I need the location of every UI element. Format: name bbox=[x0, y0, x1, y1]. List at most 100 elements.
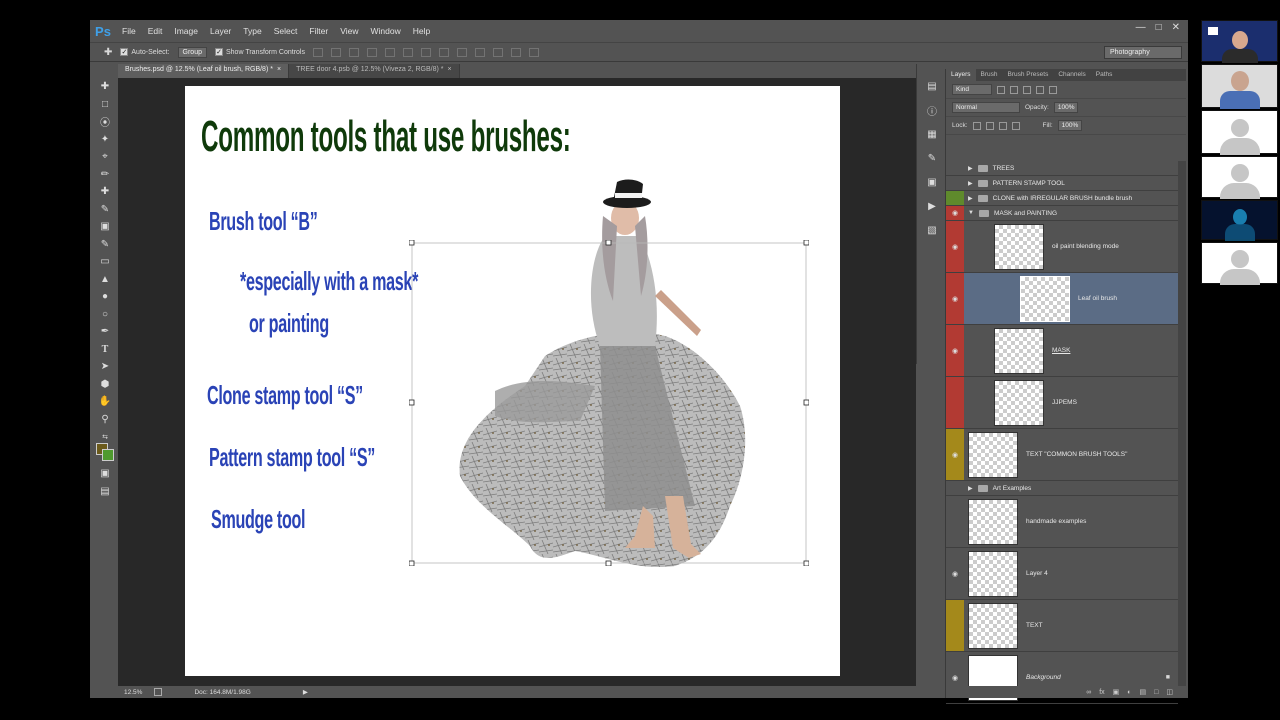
distribute-center-icon[interactable] bbox=[492, 47, 503, 57]
eye-icon[interactable]: ◉ bbox=[946, 206, 964, 220]
menu-layer[interactable]: Layer bbox=[204, 26, 237, 36]
type-tool-icon[interactable]: T bbox=[93, 341, 117, 359]
eye-icon[interactable]: ◉ bbox=[946, 548, 964, 599]
lock-transparency-icon[interactable] bbox=[972, 121, 981, 130]
history-brush-tool-icon[interactable]: ✎ bbox=[93, 236, 117, 254]
doc-tab-tree-door[interactable]: TREE door 4.psb @ 12.5% (Viveza 2, RGB/8… bbox=[289, 64, 460, 78]
menu-type[interactable]: Type bbox=[237, 26, 267, 36]
filter-adjustment-icon[interactable] bbox=[1010, 85, 1018, 94]
tab-brush[interactable]: Brush bbox=[976, 69, 1003, 81]
fill-field[interactable]: 100% bbox=[1057, 120, 1083, 131]
properties-panel-icon[interactable]: ▦ bbox=[917, 122, 947, 146]
menu-image[interactable]: Image bbox=[168, 26, 204, 36]
history-panel-icon[interactable]: ▤ bbox=[917, 74, 947, 98]
expand-arrow-icon[interactable]: ▶ bbox=[968, 195, 973, 202]
video-tile-avatar[interactable] bbox=[1201, 110, 1278, 155]
distribute-right-icon[interactable] bbox=[510, 47, 521, 57]
expand-arrow-icon[interactable]: ▶ bbox=[968, 165, 973, 172]
show-transform-checkbox[interactable]: ✓ bbox=[215, 48, 223, 56]
layer-group-pattern-stamp[interactable]: ▶ PATTERN STAMP TOOL bbox=[946, 176, 1178, 191]
tool-presets-icon[interactable]: ▧ bbox=[917, 218, 947, 242]
filter-pixel-icon[interactable] bbox=[997, 85, 1005, 94]
layer-handmade-examples[interactable]: handmade examples bbox=[946, 496, 1178, 548]
visibility-toggle[interactable] bbox=[946, 161, 964, 175]
transform-bounding-box[interactable] bbox=[409, 240, 809, 566]
video-tile-dark[interactable] bbox=[1201, 200, 1278, 241]
menu-window[interactable]: Window bbox=[364, 26, 406, 36]
video-tile-avatar[interactable] bbox=[1201, 242, 1278, 285]
visibility-toggle[interactable] bbox=[946, 176, 964, 190]
clone-stamp-tool-icon[interactable]: ▣ bbox=[93, 218, 117, 236]
visibility-toggle[interactable] bbox=[946, 481, 964, 495]
marquee-tool-icon[interactable]: □ bbox=[93, 96, 117, 114]
layer-leaf-oil-brush[interactable]: ◉ Leaf oil brush bbox=[946, 273, 1178, 325]
screen-mode-icon[interactable]: ▤ bbox=[93, 483, 117, 501]
eyedropper-tool-icon[interactable]: ✏ bbox=[93, 166, 117, 184]
filter-type-icon[interactable] bbox=[1023, 85, 1031, 94]
menu-view[interactable]: View bbox=[334, 26, 364, 36]
visibility-toggle[interactable] bbox=[946, 600, 964, 651]
quick-mask-icon[interactable]: ▣ bbox=[93, 465, 117, 483]
new-layer-icon[interactable]: □ bbox=[1154, 689, 1158, 696]
shape-tool-icon[interactable]: ⬢ bbox=[93, 376, 117, 394]
distribute-left-icon[interactable] bbox=[474, 47, 485, 57]
layer-mask[interactable]: ◉ MASK bbox=[946, 325, 1178, 377]
document-canvas[interactable]: Common tools that use brushes: Brush too… bbox=[185, 86, 840, 676]
auto-align-icon[interactable] bbox=[528, 47, 539, 57]
auto-select-checkbox[interactable]: ✓ bbox=[120, 48, 129, 56]
eraser-tool-icon[interactable]: ▭ bbox=[93, 253, 117, 271]
workspace-dropdown[interactable]: Photography bbox=[1104, 46, 1182, 59]
background-color-swatch[interactable] bbox=[102, 449, 114, 461]
tab-brush-presets[interactable]: Brush Presets bbox=[1003, 69, 1054, 81]
opacity-field[interactable]: 100% bbox=[1053, 102, 1079, 113]
move-tool-icon[interactable]: ✚ bbox=[93, 78, 117, 96]
crop-tool-icon[interactable]: ⌖ bbox=[93, 148, 117, 166]
lasso-tool-icon[interactable]: ⦿ bbox=[93, 113, 117, 131]
collapse-arrow-icon[interactable]: ▼ bbox=[968, 210, 974, 216]
layers-scrollbar[interactable] bbox=[1178, 161, 1186, 691]
menu-help[interactable]: Help bbox=[407, 26, 436, 36]
tab-channels[interactable]: Channels bbox=[1053, 69, 1090, 81]
visibility-toggle[interactable] bbox=[946, 377, 964, 428]
trash-icon[interactable]: ◫ bbox=[1166, 688, 1173, 696]
distribute-middle-icon[interactable] bbox=[438, 47, 449, 57]
tab-paths[interactable]: Paths bbox=[1091, 69, 1118, 81]
status-icon[interactable] bbox=[154, 688, 163, 696]
move-tool-icon[interactable]: ✚ bbox=[104, 47, 112, 58]
dodge-tool-icon[interactable]: ○ bbox=[93, 306, 117, 324]
layer-text-common-brush-tools[interactable]: ◉ TEXT "COMMON BRUSH TOOLS" bbox=[946, 429, 1178, 481]
visibility-toggle[interactable] bbox=[946, 496, 964, 547]
auto-select-dropdown[interactable]: Group bbox=[177, 46, 207, 58]
tab-layers[interactable]: Layers bbox=[946, 69, 976, 81]
video-tile-host[interactable] bbox=[1201, 20, 1278, 63]
visibility-toggle[interactable] bbox=[946, 191, 964, 205]
actions-play-icon[interactable]: ▶ bbox=[917, 194, 947, 218]
link-layers-icon[interactable]: ∞ bbox=[1086, 689, 1091, 696]
align-center-icon[interactable] bbox=[384, 47, 395, 57]
close-tab-icon[interactable]: × bbox=[448, 66, 452, 73]
distribute-bottom-icon[interactable] bbox=[456, 47, 467, 57]
adjustment-layer-icon[interactable]: ◐ bbox=[1127, 689, 1131, 696]
eye-icon[interactable]: ◉ bbox=[946, 221, 964, 272]
align-right-icon[interactable] bbox=[402, 47, 413, 57]
new-group-icon[interactable]: ▤ bbox=[1140, 688, 1147, 696]
path-selection-tool-icon[interactable]: ➤ bbox=[93, 358, 117, 376]
menu-filter[interactable]: Filter bbox=[303, 26, 334, 36]
hand-tool-icon[interactable]: ✋ bbox=[93, 393, 117, 411]
kind-filter-dropdown[interactable]: Kind bbox=[952, 84, 992, 95]
close-icon[interactable]: ✕ bbox=[1172, 22, 1180, 33]
menu-select[interactable]: Select bbox=[268, 26, 304, 36]
brush-tool-icon[interactable]: ✎ bbox=[93, 201, 117, 219]
zoom-level[interactable]: 12.5% bbox=[124, 689, 142, 696]
lock-pixels-icon[interactable] bbox=[985, 121, 994, 130]
distribute-top-icon[interactable] bbox=[420, 47, 431, 57]
fx-icon[interactable]: fx bbox=[1099, 689, 1104, 696]
brush-panel-icon[interactable]: ✎ bbox=[917, 146, 947, 170]
layer-group-mask-painting[interactable]: ◉ ▼ MASK and PAINTING bbox=[946, 206, 1178, 221]
filter-shape-icon[interactable] bbox=[1036, 85, 1044, 94]
close-tab-icon[interactable]: × bbox=[277, 66, 281, 73]
expand-arrow-icon[interactable]: ▶ bbox=[968, 485, 973, 492]
layer-text[interactable]: TEXT bbox=[946, 600, 1178, 652]
expand-arrow-icon[interactable]: ▶ bbox=[968, 180, 973, 187]
zoom-tool-icon[interactable]: ⚲ bbox=[93, 411, 117, 429]
